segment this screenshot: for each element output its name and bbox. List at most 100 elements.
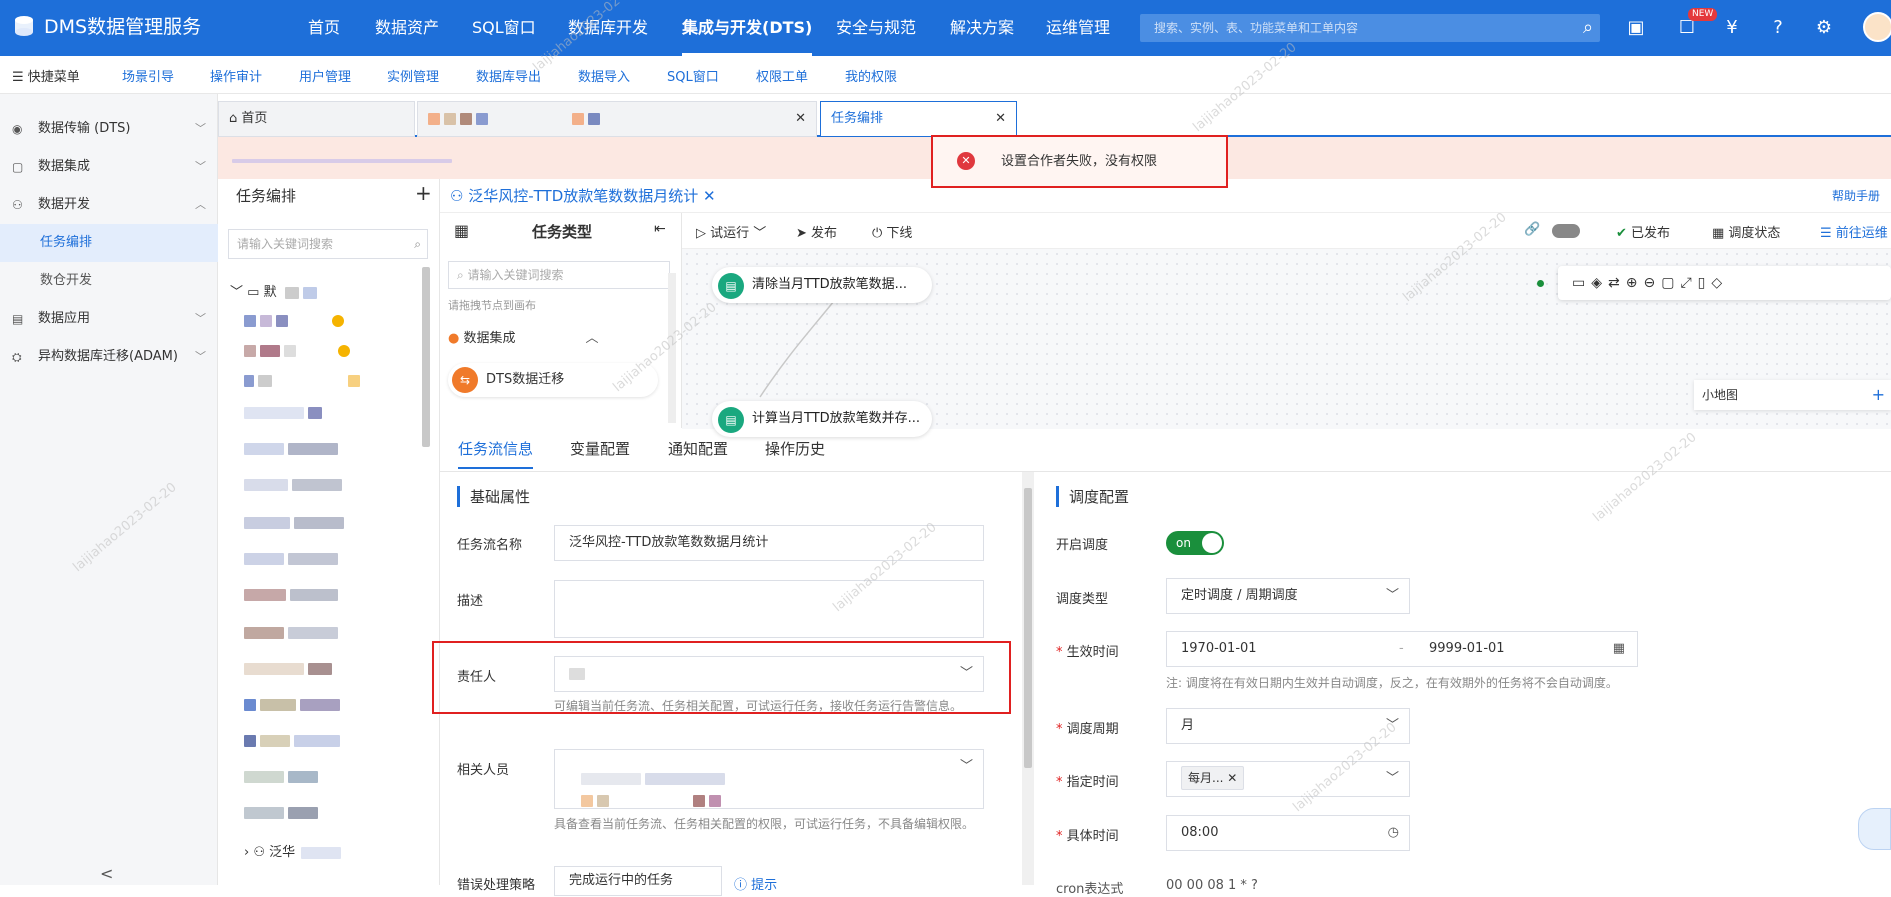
add-icon[interactable]: + — [415, 181, 432, 205]
sidebar-item-dts[interactable]: ◉ 数据传输 (DTS) ﹀ — [0, 110, 218, 148]
nav-solutions[interactable]: 解决方案 — [950, 0, 1014, 56]
description-textarea[interactable] — [554, 580, 984, 638]
quick-item-users[interactable]: 用户管理 — [299, 66, 351, 85]
tab-task-orchestration[interactable]: 任务编排 ✕ — [820, 101, 1017, 137]
tab-variables[interactable]: 变量配置 — [570, 438, 630, 459]
goto-ops-button[interactable]: ☰ 前往运维 — [1820, 222, 1888, 241]
global-search-input[interactable]: 搜索、实例、表、功能菜单和工单内容 — [1140, 14, 1600, 42]
link-icon[interactable]: 🔗 — [1524, 222, 1540, 237]
tab-blurred[interactable]: ✕ — [417, 101, 817, 137]
tree-item[interactable] — [244, 661, 424, 681]
tree-item[interactable] — [244, 551, 424, 571]
tree-item[interactable] — [244, 343, 424, 363]
plus-icon[interactable]: + — [1872, 380, 1885, 410]
minimap-panel[interactable]: 小地图 + — [1694, 380, 1891, 410]
workflow-node-clear[interactable]: ▤ 清除当月TTD放款笔数据... — [712, 267, 932, 303]
panel-icon[interactable]: ▯ — [1698, 275, 1712, 291]
quick-item-db-export[interactable]: 数据库导出 — [476, 66, 541, 85]
task-tab[interactable]: ⚇ 泛华风控-TTD放款笔数数据月统计 ✕ — [450, 185, 716, 206]
tree-item[interactable]: › ⚇ 泛华 — [244, 841, 424, 861]
sidebar-item-develop[interactable]: ⚇ 数据开发 ︿ — [0, 186, 218, 224]
tip-link[interactable]: ⓘ 提示 — [734, 874, 777, 893]
nav-integration-dts[interactable]: 集成与开发(DTS) — [682, 0, 813, 56]
tree-item[interactable] — [244, 405, 424, 425]
quick-item-scene-guide[interactable]: 场景引导 — [122, 66, 174, 85]
nav-security[interactable]: 安全与规范 — [836, 0, 916, 56]
collapse-panel-icon[interactable]: ⇤ — [654, 221, 666, 237]
quick-item-my-permissions[interactable]: 我的权限 — [845, 66, 897, 85]
tree-scrollbar[interactable] — [422, 267, 430, 447]
tree-item[interactable] — [244, 733, 424, 753]
sidebar-item-data-app[interactable]: ▤ 数据应用 ﹀ — [0, 300, 218, 338]
fullscreen-icon[interactable]: ⤢ — [1680, 275, 1697, 291]
task-type-search-input[interactable]: ⌕ 请输入关键词搜索 — [448, 261, 670, 289]
zoom-out-icon[interactable]: ⊖ — [1643, 275, 1661, 291]
tab-notifications[interactable]: 通知配置 — [668, 438, 728, 459]
close-icon[interactable]: ✕ — [795, 102, 806, 136]
tree-item[interactable] — [244, 441, 424, 461]
schedule-status-button[interactable]: ▦ 调度状态 — [1712, 222, 1780, 241]
collapse-sidebar-button[interactable]: < — [100, 864, 113, 883]
fit-icon[interactable]: ▢ — [1661, 275, 1680, 291]
nav-ops[interactable]: 运维管理 — [1046, 0, 1110, 56]
tree-item[interactable] — [244, 373, 424, 393]
quick-item-permission-ticket[interactable]: 权限工单 — [756, 66, 808, 85]
quick-item-instances[interactable]: 实例管理 — [387, 66, 439, 85]
nav-sql-window[interactable]: SQL窗口 — [472, 0, 536, 56]
offline-button[interactable]: ⏻ 下线 — [872, 222, 912, 241]
sidebar-item-integration[interactable]: ▢ 数据集成 ﹀ — [0, 148, 218, 186]
tree-item[interactable] — [244, 625, 424, 645]
save-icon[interactable]: ▭ — [1572, 275, 1591, 291]
enable-schedule-toggle[interactable]: on — [1166, 531, 1224, 555]
grid-icon[interactable]: ▦ — [454, 221, 469, 240]
sidebar-item-adam[interactable]: ⛭ 异构数据库迁移(ADAM) ﹀ — [0, 338, 218, 376]
tag-icon[interactable]: ◇ — [1711, 275, 1728, 291]
help-manual-link[interactable]: 帮助手册 — [1832, 187, 1880, 204]
tree-item[interactable] — [244, 477, 424, 497]
trial-run-button[interactable]: ▷ 试运行 ﹀ — [696, 222, 766, 241]
cube-icon[interactable]: ▣ — [1624, 16, 1648, 40]
schedule-type-select[interactable]: 定时调度 / 周期调度 ﹀ — [1166, 578, 1410, 614]
nav-home[interactable]: 首页 — [308, 0, 340, 56]
layers-icon[interactable]: ◈ — [1591, 275, 1608, 291]
link-toggle[interactable] — [1552, 224, 1580, 238]
quick-item-sql-window[interactable]: SQL窗口 — [667, 66, 719, 85]
tree-item[interactable] — [244, 769, 424, 789]
help-icon[interactable]: ? — [1766, 16, 1790, 40]
assistant-robot-icon[interactable] — [1858, 808, 1891, 850]
tree-search-input[interactable]: 请输入关键词搜索 ⌕ — [228, 229, 428, 259]
order-icon[interactable]: ¥ — [1720, 16, 1744, 40]
canvas-zoom-tools[interactable]: ▭◈⇄⊕⊖▢⤢▯◇ — [1558, 266, 1891, 300]
tree-item[interactable] — [244, 587, 424, 607]
tree-item[interactable] — [244, 313, 424, 333]
tree-item[interactable] — [244, 515, 424, 535]
related-select[interactable]: ﹀ — [554, 749, 984, 809]
form-scrollbar[interactable] — [1024, 488, 1032, 768]
effective-date-range[interactable]: 1970-01-01-9999-01-01 ▦ — [1166, 631, 1638, 667]
quick-item-data-import[interactable]: 数据导入 — [578, 66, 630, 85]
group-data-integration[interactable]: ● 数据集成 ︿ — [448, 327, 599, 346]
tree-root[interactable]: ﹀ ▭ 默 — [230, 281, 410, 301]
close-icon[interactable]: ✕ — [698, 187, 716, 205]
dms-logo[interactable]: DMS数据管理服务 — [10, 12, 201, 39]
sidebar-item-warehouse-dev[interactable]: 数仓开发 — [0, 262, 218, 300]
avatar[interactable] — [1863, 12, 1891, 42]
tree-item[interactable] — [244, 805, 424, 825]
assign-time-select[interactable]: 每月... ✕ ﹀ — [1166, 761, 1410, 797]
quick-item-audit[interactable]: 操作审计 — [210, 66, 262, 85]
zoom-in-icon[interactable]: ⊕ — [1626, 275, 1644, 291]
close-icon[interactable]: ✕ — [995, 102, 1006, 136]
swap-icon[interactable]: ⇄ — [1608, 275, 1626, 291]
tab-flow-info[interactable]: 任务流信息 — [458, 438, 534, 469]
quick-menu-toggle[interactable]: ☰ 快捷菜单 — [12, 66, 80, 85]
search-icon[interactable]: ⌕ — [1576, 16, 1600, 40]
publish-button[interactable]: ➤ 发布 — [796, 222, 837, 241]
close-icon[interactable]: ✕ — [1223, 771, 1237, 785]
gear-icon[interactable]: ⚙ — [1812, 16, 1836, 40]
tree-item[interactable] — [244, 697, 424, 717]
tab-home[interactable]: ⌂ 首页 — [218, 101, 415, 137]
specific-time-input[interactable]: 08:00 ◷ — [1166, 815, 1410, 851]
sidebar-item-task-orchestration[interactable]: 任务编排 — [0, 224, 218, 262]
tab-history[interactable]: 操作历史 — [765, 438, 825, 459]
nav-data-assets[interactable]: 数据资产 — [375, 0, 439, 56]
